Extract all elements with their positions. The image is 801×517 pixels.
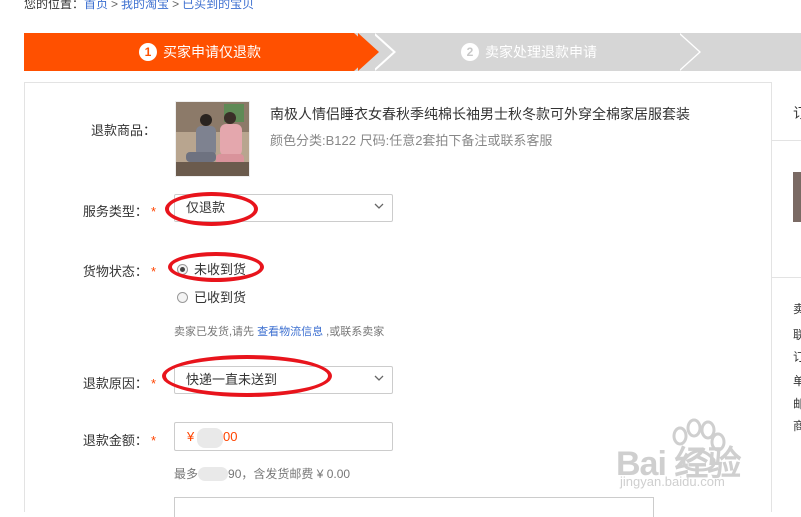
radio-received-label: 已收到货 [194, 290, 247, 305]
refund-amount-label-text: 退款金额： [82, 433, 148, 448]
side-seller-char: 卖 [793, 302, 801, 316]
max-refund-hint: 最多 90，含发货邮费 ¥ 0.00 [174, 465, 350, 482]
required-asterisk: * [150, 264, 156, 279]
refund-reason-label: 退款原因： * [26, 373, 156, 392]
product-label: 退款商品： [90, 123, 156, 138]
blurred-max-amount [198, 467, 229, 481]
refund-reason-value: 快递一直未送到 [186, 372, 278, 387]
product-photo-icon [176, 102, 249, 176]
product-thumbnail[interactable] [175, 101, 250, 177]
radio-not-received[interactable]: 未收到货 [177, 259, 246, 278]
goods-status-label: 货物状态： * [26, 261, 156, 280]
logistics-hint: 卖家已发货,请先 查看物流信息 ,或联系卖家 [174, 323, 384, 339]
service-type-label: 服务类型： * [26, 201, 156, 220]
step-2: 2 卖家处理退款申请 [461, 33, 597, 71]
view-logistics-link[interactable]: 查看物流信息 [257, 326, 323, 338]
service-type-label-text: 服务类型： [82, 204, 148, 219]
product-sku: 颜色分类:B122 尺码:任意2套拍下备注或联系客服 [270, 133, 553, 148]
chevron-down-icon [374, 375, 384, 381]
refund-amount-tail: 00 [223, 429, 238, 444]
breadcrumb-my-taobao-link[interactable]: 我的淘宝 [121, 0, 169, 11]
service-type-select[interactable]: 仅退款 [174, 194, 393, 222]
required-asterisk: * [150, 376, 156, 391]
breadcrumb-home-link[interactable]: 首页 [84, 0, 108, 11]
step-1-label: 买家申请仅退款 [163, 44, 261, 60]
goods-status-label-text: 货物状态： [82, 264, 148, 279]
step-2-label: 卖家处理退款申请 [485, 44, 597, 60]
max-refund-tail: 90，含发货邮费 ¥ 0.00 [228, 467, 351, 481]
side-divider [772, 277, 801, 278]
currency-symbol: ¥ [187, 429, 195, 444]
max-refund-prefix: 最多 [174, 467, 199, 481]
step-2-number: 2 [461, 43, 479, 61]
breadcrumb-separator: > [172, 0, 180, 11]
radio-received[interactable]: 已收到货 [177, 287, 246, 306]
radio-not-received-label: 未收到货 [194, 262, 247, 277]
step-1-arrow-tip [358, 33, 379, 71]
blurred-amount [197, 428, 223, 448]
side-title-char: 订 [793, 105, 801, 121]
radio-icon-checked[interactable] [177, 264, 188, 275]
logistics-hint-before: 卖家已发货,请先 [174, 326, 258, 338]
refund-amount-input[interactable]: ¥ 00 [174, 422, 393, 451]
refund-steps-bar: 1 买家申请仅退款 2 卖家处理退款申请 [24, 33, 801, 71]
refund-reason-select[interactable]: 快递一直未送到 [174, 366, 393, 394]
side-divider [772, 140, 801, 141]
radio-icon-unchecked[interactable] [177, 292, 188, 303]
breadcrumb: 您的位置：首页 > 我的淘宝 > 已买到的宝贝 [24, 0, 254, 12]
breadcrumb-separator: > [111, 0, 119, 11]
step-1-number: 1 [139, 43, 157, 61]
breadcrumb-prefix: 您的位置： [24, 0, 85, 11]
refund-description-textarea[interactable] [174, 497, 654, 517]
chevron-down-icon [374, 203, 384, 209]
side-product-thumbnail[interactable] [793, 172, 801, 222]
refund-reason-label-text: 退款原因： [82, 376, 148, 391]
watermark-url: jingyan.baidu.com [620, 474, 725, 489]
side-contact-char: 联 [793, 328, 801, 342]
side-order-char: 订 [793, 350, 801, 364]
breadcrumb-purchased-link[interactable]: 已买到的宝贝 [182, 0, 254, 11]
refund-amount-label: 退款金额： * [26, 430, 156, 449]
product-title[interactable]: 南极人情侣睡衣女春秋季纯棉长袖男士秋冬款可外穿全棉家居服套装 [270, 104, 690, 124]
service-type-value: 仅退款 [186, 200, 226, 215]
required-asterisk: * [150, 204, 156, 219]
step-divider-arrow-2-fill [678, 33, 699, 71]
side-order-no-char: 单 [793, 374, 801, 388]
step-1: 1 买家申请仅退款 [139, 33, 261, 71]
side-postage-char: 邮 [793, 397, 801, 411]
logistics-hint-after: ,或联系卖家 [323, 326, 385, 338]
baidu-jingyan-watermark: Bai 经验 jingyan.baidu.com [614, 416, 799, 496]
required-asterisk: * [150, 433, 156, 448]
